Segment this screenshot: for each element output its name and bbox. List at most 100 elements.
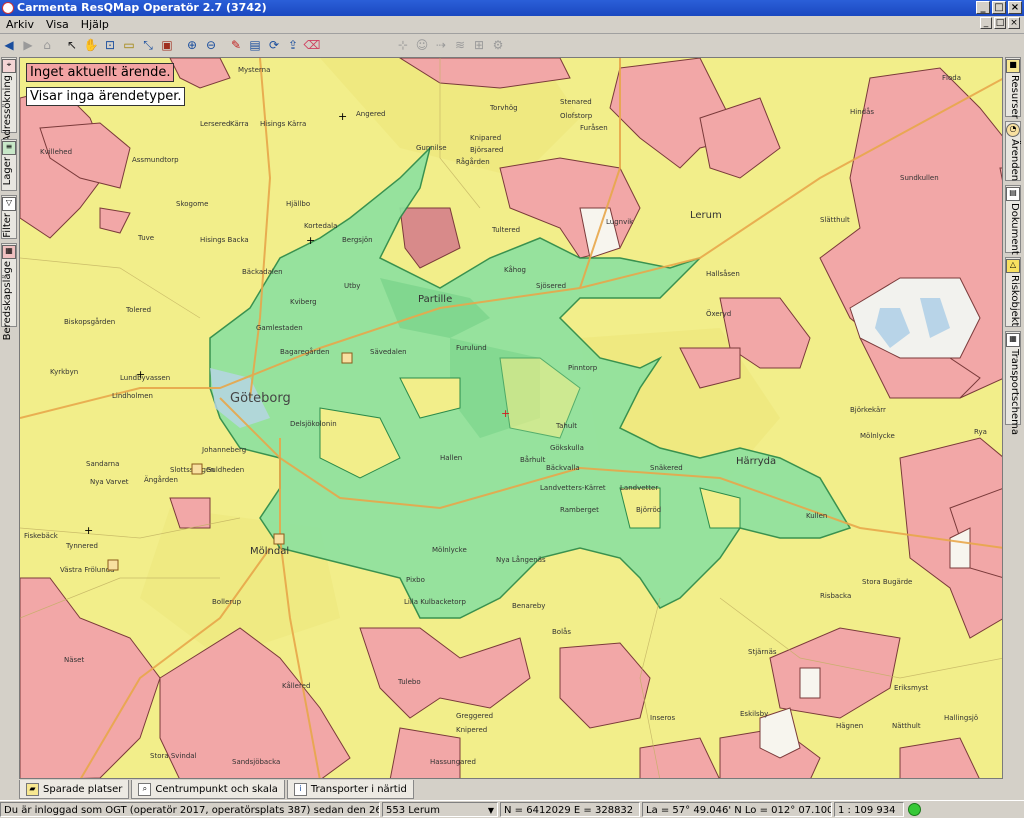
zoom-out-icon[interactable]: ⊖ — [202, 36, 220, 54]
tab-centrumpunkt-och-skala[interactable]: ⌕ Centrumpunkt och skala — [131, 780, 285, 799]
sidebar-label: Filter — [2, 213, 13, 238]
map-facility-marker[interactable] — [341, 352, 353, 364]
map-label-place: Stora Bugärde — [862, 578, 912, 586]
home-icon[interactable]: ⌂ — [38, 36, 56, 54]
route-icon: ⇢ — [435, 38, 447, 52]
sidebar-tab-arenden[interactable]: ◔ Ärenden — [1005, 121, 1021, 181]
map-select-icon[interactable]: ▣ — [158, 36, 176, 54]
sidebar-label: Ärenden — [1009, 139, 1020, 182]
minimize-button[interactable]: _ — [976, 1, 990, 14]
map-view[interactable]: Göteborg Mölndal Lerum Härryda Partille … — [19, 57, 1003, 779]
map-label-place: Öxeryd — [706, 309, 731, 318]
coordinate-icon[interactable]: ⤡ — [139, 36, 157, 54]
measure-ruler-icon[interactable]: ▭ — [120, 36, 138, 54]
menu-visa[interactable]: Visa — [40, 18, 75, 31]
map-label-place: Nätthult — [892, 722, 921, 730]
map-label-place: Kullen — [806, 512, 827, 520]
center-scale-icon: ⌕ — [138, 782, 152, 796]
sidebar-tab-filter[interactable]: ▽ Filter — [1, 195, 17, 239]
close-button[interactable]: × — [1008, 1, 1022, 14]
map-label-place: Ängården — [144, 475, 178, 484]
sidebar-tab-lager[interactable]: ≡ Lager — [1, 139, 17, 191]
area-value: 553 Lerum — [386, 805, 441, 816]
map-canvas[interactable]: Göteborg Mölndal Lerum Härryda Partille … — [20, 58, 1003, 779]
map-facility-marker[interactable] — [191, 463, 203, 475]
pan-hand-icon[interactable]: ✋ — [82, 36, 100, 54]
rt90-coordinate-selector[interactable]: N = 6412029 E = 328832▼ — [500, 802, 640, 817]
map-label-place: Lersered — [200, 120, 230, 128]
wgs-coordinate-selector[interactable]: La = 57° 49.046' N Lo = 012° 07.100' E▼ — [642, 802, 832, 817]
address-icon: ⌖ — [2, 59, 16, 73]
map-label-place: Bäckvalla — [546, 464, 580, 472]
tab-label: Transporter i närtid — [310, 783, 407, 795]
window-controls: _ □ × — [976, 1, 1022, 14]
layer-edit-icon[interactable]: ▤ — [246, 36, 264, 54]
scale-value: 1 : 109 934 — [838, 805, 896, 816]
title-bar: Carmenta ResQMap Operatör 2.7 (3742) _ □… — [0, 0, 1024, 16]
layer-export-icon[interactable]: ⇪ — [284, 36, 302, 54]
status-bar: Du är inloggad som OGT (operatör 2017, o… — [0, 800, 1024, 818]
draw-pen-icon[interactable]: ✎ — [227, 36, 245, 54]
tab-transporter-i-nartid[interactable]: i Transporter i närtid — [286, 780, 414, 799]
map-label-place: Torvhög — [489, 104, 518, 112]
map-label-place: Gökskulla — [550, 444, 584, 452]
pointer-icon[interactable]: ↖ — [63, 36, 81, 54]
sidebar-tab-beredskapslage[interactable]: ▦ Beredskapsläge — [1, 243, 17, 340]
chevron-down-icon: ▼ — [487, 806, 494, 815]
tab-sparade-platser[interactable]: ▰ Sparade platser — [19, 780, 130, 799]
map-label-place: Tahult — [555, 422, 577, 430]
map-label-place: Eriksmyst — [894, 684, 929, 692]
map-label-place: Kärra — [230, 120, 249, 128]
layer-refresh-icon[interactable]: ⟳ — [265, 36, 283, 54]
map-label-place: Mölnlycke — [860, 432, 895, 440]
map-label-place: Västra Frölunda — [60, 566, 114, 574]
sidebar-tab-adressokning[interactable]: ⌖ Adressökning — [1, 57, 17, 142]
sidebar-tab-transportschema[interactable]: ▦ Transportschema — [1005, 331, 1021, 435]
map-label-goteborg: Göteborg — [230, 391, 291, 406]
map-marker[interactable]: + — [84, 524, 93, 537]
map-label-place: Guldheden — [206, 466, 244, 474]
forward-arrow-icon[interactable]: ▶ — [19, 36, 37, 54]
map-label-place: Kvillehed — [40, 148, 72, 156]
map-marker[interactable]: + — [306, 234, 315, 247]
zoom-box-icon[interactable]: ⊡ — [101, 36, 119, 54]
sidebar-label: Adressökning — [2, 75, 13, 143]
area-selector[interactable]: 553 Lerum ▼ — [382, 802, 498, 817]
map-facility-marker[interactable] — [273, 533, 285, 545]
menu-hjalp[interactable]: Hjälp — [75, 18, 115, 31]
readiness-icon: ▦ — [2, 245, 16, 259]
sidebar-tab-riskobjekt[interactable]: △ Riskobjekt — [1005, 257, 1021, 327]
map-center-marker[interactable]: + — [501, 407, 510, 420]
maximize-button[interactable]: □ — [992, 1, 1006, 14]
map-label-partille: Partille — [418, 294, 452, 305]
map-marker[interactable]: + — [338, 110, 347, 123]
sidebar-tab-resurser[interactable]: ■ Resurser — [1005, 57, 1021, 119]
mdi-close-button[interactable]: × — [1008, 17, 1020, 29]
map-label-place: Ramberget — [560, 506, 599, 514]
map-label-place: Delsjökolonin — [290, 420, 337, 428]
map-label-place: Kåhog — [504, 265, 526, 274]
no-case-types-notice: Visar inga ärendetyper. — [26, 87, 186, 106]
map-marker[interactable]: + — [136, 368, 145, 381]
zoom-in-icon[interactable]: ⊕ — [183, 36, 201, 54]
mdi-minimize-button[interactable]: _ — [980, 17, 992, 29]
scale-selector[interactable]: 1 : 109 934▼ — [834, 802, 904, 817]
map-label-place: Eskilsby — [740, 710, 768, 718]
filter-icon: ▽ — [2, 197, 16, 211]
menu-arkiv[interactable]: Arkiv — [0, 18, 40, 31]
app-logo-icon — [2, 2, 14, 14]
sidebar-tab-dokument[interactable]: ▤ Dokument — [1005, 185, 1021, 255]
map-label-place: Risbacka — [820, 592, 851, 600]
sidebar-label: Transportschema — [1009, 349, 1020, 435]
back-arrow-icon[interactable]: ◀ — [0, 36, 18, 54]
map-label-harryda: Härryda — [736, 456, 776, 467]
rt90-coordinate-value: N = 6412029 E = 328832 — [504, 805, 634, 816]
sidebar-label: Riskobjekt — [1009, 275, 1020, 327]
eraser-icon[interactable]: ⌫ — [303, 36, 321, 54]
person-icon: ☺ — [415, 38, 429, 52]
toolbar: ◀ ▶ ⌂ ↖ ✋ ⊡ ▭ ⤡ ▣ ⊕ ⊖ ✎ ▤ ⟳ ⇪ ⌫ ⊹ ☺ ⇢ ≋ … — [0, 34, 1024, 56]
mdi-restore-button[interactable]: □ — [994, 17, 1006, 29]
map-facility-marker[interactable] — [107, 559, 119, 571]
map-label-place: Bollerup — [212, 598, 242, 606]
map-label-place: Gamlestaden — [256, 324, 303, 332]
